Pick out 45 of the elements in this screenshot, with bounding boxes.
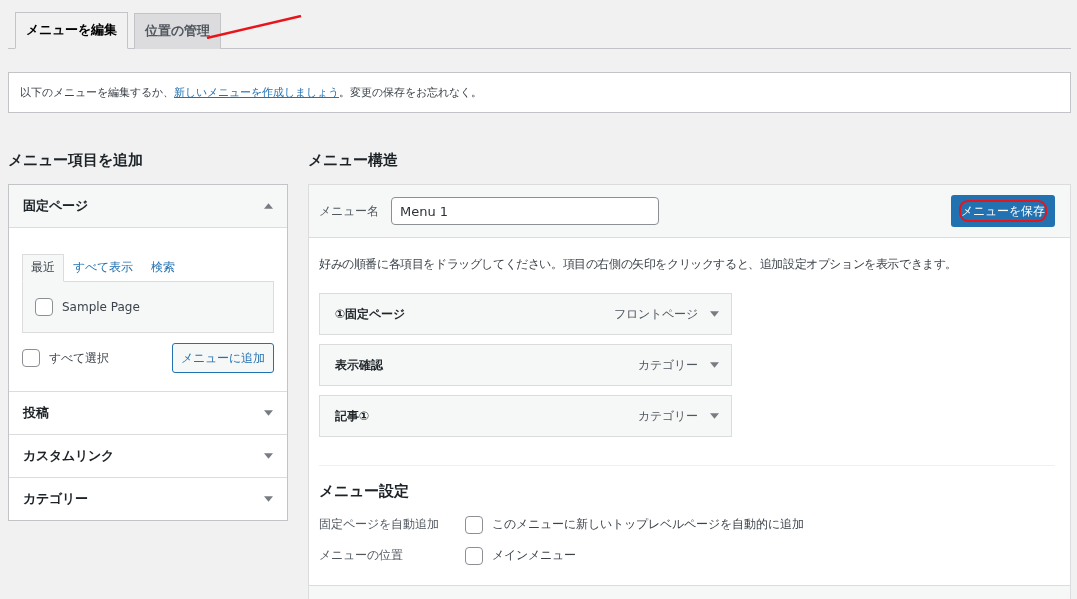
setting-label: メニューの位置 [319,547,404,564]
save-menu-button[interactable]: メニューを保存 [951,195,1055,227]
expand-arrow-icon[interactable] [710,413,719,419]
item-title: 表示確認 [335,356,383,374]
item-title: ①固定ページ [335,305,406,323]
tab[interactable]: 最近 [22,254,64,282]
accordion-title[interactable]: カスタムリンク [23,447,114,465]
menu-item[interactable]: 表示確認 カテゴリー [319,344,732,386]
tab[interactable]: 位置の管理 [134,13,221,49]
item-type: カテゴリー [638,356,698,374]
checkbox[interactable] [465,515,483,534]
field-label: メニュー名 [319,202,379,220]
expand-arrow-icon[interactable] [710,311,719,317]
expand-arrow-icon[interactable] [264,496,273,502]
checkbox[interactable] [465,546,483,565]
menu-name-field[interactable]: Menu 1 [391,197,659,225]
section-heading: メニュー構造 [308,151,399,170]
accordion-title[interactable]: 投稿 [23,404,49,422]
accordion-title[interactable]: 固定ページ [23,197,88,215]
instructions-text: 好みの順番に各項目をドラッグしてください。項目の右側の矢印をクリックすると、追加設定オプションを表示できます。 [319,256,958,273]
tab[interactable]: すべて表示 [64,254,142,281]
item-type: カテゴリー [638,407,698,425]
expand-arrow-icon[interactable] [710,362,719,368]
collapse-arrow-icon[interactable] [264,203,273,209]
expand-arrow-icon[interactable] [264,410,273,416]
tab[interactable]: 検索 [142,254,184,281]
accordion-title[interactable]: カテゴリー [23,490,88,508]
section-heading: メニュー項目を追加 [8,151,144,170]
expand-arrow-icon[interactable] [264,453,273,459]
checkbox[interactable] [35,298,53,316]
item-title: 記事① [335,407,370,425]
menu-item[interactable]: ①固定ページ フロントページ [319,293,732,335]
tab[interactable]: メニューを編集 [15,12,128,49]
menu-item[interactable]: 記事① カテゴリー [319,395,732,437]
add-to-menu-button[interactable]: メニューに追加 [172,343,274,373]
notice-text: 以下のメニューを編集するか、新しいメニューを作成しましょう。変更の保存をお忘れなく。 [20,85,482,100]
setting-label: 固定ページを自動追加 [319,516,440,533]
settings-heading: メニュー設定 [319,482,410,501]
checkbox-label: このメニューに新しいトップレベルページを自動的に追加 [492,516,804,533]
checkbox-label: メインメニュー [492,547,576,564]
create-menu-link[interactable]: 新しいメニューを作成しましょう [174,86,339,99]
checkbox[interactable] [22,349,40,367]
checkbox-label: すべて選択 [49,349,109,367]
item-type: フロントページ [614,305,698,323]
checkbox-label: Sample Page [62,300,140,314]
